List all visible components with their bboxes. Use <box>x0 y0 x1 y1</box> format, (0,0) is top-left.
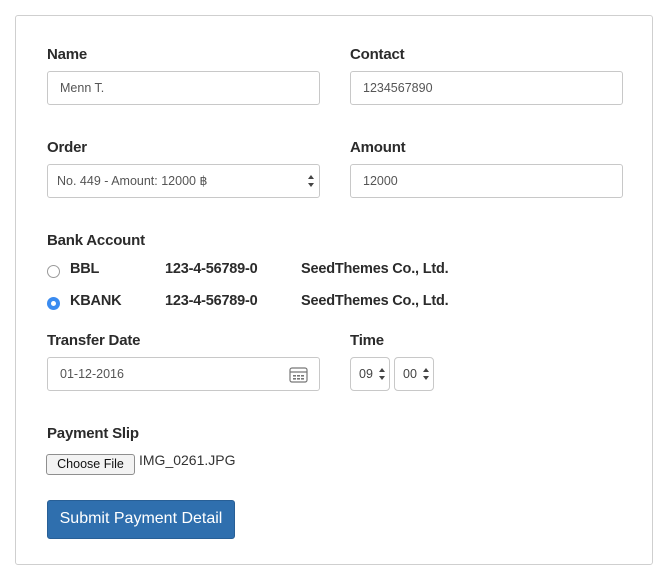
bank-radio-bbl[interactable] <box>47 265 60 278</box>
bank-account-number-bbl: 123-4-56789-0 <box>165 261 258 277</box>
bank-radio-kbank[interactable] <box>47 297 60 310</box>
time-label: Time <box>350 332 384 349</box>
payment-slip-label: Payment Slip <box>47 425 139 442</box>
amount-label: Amount <box>350 139 406 156</box>
minute-select[interactable]: 00 <box>394 357 434 391</box>
bank-company-kbank: SeedThemes Co., Ltd. <box>301 293 449 309</box>
select-arrows-icon <box>308 175 314 187</box>
contact-input[interactable]: 1234567890 <box>350 71 623 105</box>
select-arrows-icon <box>423 368 429 380</box>
order-select[interactable]: No. 449 - Amount: 12000 ฿ <box>47 164 320 198</box>
hour-value: 09 <box>359 367 373 381</box>
choose-file-button[interactable]: Choose File <box>46 454 135 475</box>
amount-input[interactable]: 12000 <box>350 164 623 198</box>
transfer-date-label: Transfer Date <box>47 332 141 349</box>
minute-value: 00 <box>403 367 417 381</box>
order-label: Order <box>47 139 87 156</box>
bank-name-kbank: KBANK <box>70 293 122 309</box>
name-input[interactable]: Menn T. <box>47 71 320 105</box>
contact-label: Contact <box>350 46 405 63</box>
select-arrows-icon <box>379 368 385 380</box>
bank-name-bbl: BBL <box>70 261 100 277</box>
bank-account-label: Bank Account <box>47 232 145 249</box>
name-label: Name <box>47 46 88 63</box>
bank-account-number-kbank: 123-4-56789-0 <box>165 293 258 309</box>
transfer-date-value: 01-12-2016 <box>60 367 124 381</box>
transfer-date-input[interactable]: 01-12-2016 <box>47 357 320 391</box>
bank-company-bbl: SeedThemes Co., Ltd. <box>301 261 449 277</box>
order-select-value: No. 449 - Amount: 12000 ฿ <box>57 174 208 188</box>
hour-select[interactable]: 09 <box>350 357 390 391</box>
submit-payment-button[interactable]: Submit Payment Detail <box>47 500 235 539</box>
calendar-icon[interactable] <box>289 366 308 383</box>
file-name: IMG_0261.JPG <box>139 452 236 468</box>
